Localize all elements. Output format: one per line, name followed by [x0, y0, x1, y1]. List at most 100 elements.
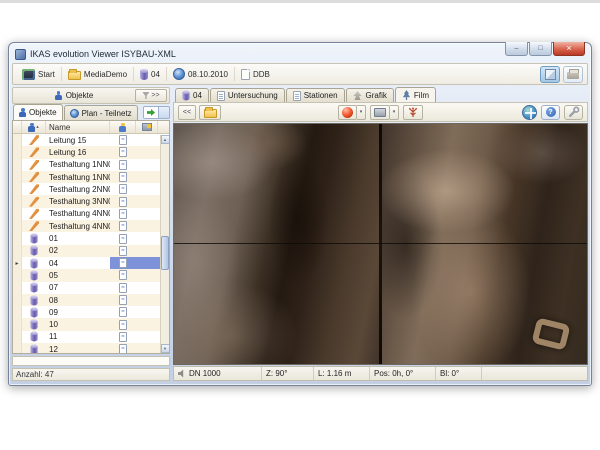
- row-name[interactable]: 08: [46, 294, 110, 306]
- titlebar[interactable]: IKAS evolution Viewer ISYBAU-XML – □ ×: [9, 43, 591, 63]
- table-scrollbar[interactable]: ▲ ▼: [160, 135, 169, 353]
- collapse-panel-button[interactable]: >>: [135, 89, 167, 102]
- filter-strip[interactable]: [12, 356, 170, 366]
- row-film-cell[interactable]: [110, 159, 136, 171]
- table-row[interactable]: Testhaltung 4NN01: [13, 208, 160, 220]
- row-selector-cell[interactable]: [13, 171, 22, 183]
- row-film-cell[interactable]: [110, 134, 136, 146]
- scroll-down-icon[interactable]: ▼: [161, 344, 170, 353]
- row-film-cell[interactable]: [110, 245, 136, 257]
- row-film-cell[interactable]: [110, 318, 136, 330]
- table-row[interactable]: 05: [13, 269, 160, 281]
- table-row[interactable]: Testhaltung 1NN02: [13, 171, 160, 183]
- tab-grafik[interactable]: Grafik: [346, 88, 394, 102]
- minimize-button[interactable]: –: [505, 42, 528, 56]
- table-row[interactable]: 09: [13, 306, 160, 318]
- table-row[interactable]: Testhaltung 3NN01: [13, 195, 160, 207]
- row-name[interactable]: 02: [46, 245, 110, 257]
- row-name[interactable]: 01: [46, 232, 110, 244]
- row-selector-cell[interactable]: [13, 134, 22, 146]
- tab-stationen[interactable]: Stationen: [286, 88, 345, 102]
- display-dropdown-button[interactable]: ▾: [390, 105, 399, 120]
- row-name[interactable]: Testhaltung 4NN01: [46, 208, 110, 220]
- table-row[interactable]: 01: [13, 232, 160, 244]
- network-view-button[interactable]: [403, 105, 423, 120]
- table-row[interactable]: Testhaltung 1NN01: [13, 159, 160, 171]
- row-film-cell[interactable]: [110, 183, 136, 195]
- row-film-cell[interactable]: [110, 269, 136, 281]
- row-film-cell[interactable]: [110, 331, 136, 343]
- table-row[interactable]: 07: [13, 282, 160, 294]
- row-selector-cell[interactable]: [13, 294, 22, 306]
- settings-button[interactable]: [564, 105, 583, 120]
- table-row[interactable]: 02: [13, 245, 160, 257]
- row-name[interactable]: 10: [46, 318, 110, 330]
- header-inspection-column[interactable]: [110, 121, 136, 133]
- back-button[interactable]: <<: [178, 105, 196, 120]
- row-name[interactable]: 04: [46, 257, 110, 269]
- header-type-column[interactable]: ▴: [22, 121, 46, 133]
- record-button[interactable]: [338, 105, 357, 120]
- row-film-cell[interactable]: [110, 306, 136, 318]
- scrollbar-track[interactable]: [161, 144, 169, 344]
- row-name[interactable]: 11: [46, 331, 110, 343]
- tab-plan-teilnetz[interactable]: Plan - Teilnetz: [64, 105, 138, 120]
- apply-filter-button[interactable]: [143, 106, 170, 119]
- row-selector-cell[interactable]: [13, 331, 22, 343]
- row-film-cell[interactable]: [110, 232, 136, 244]
- scrollbar-thumb[interactable]: [161, 236, 169, 270]
- row-selector-cell[interactable]: [13, 195, 22, 207]
- row-selector-cell[interactable]: [13, 245, 22, 257]
- table-row[interactable]: 11: [13, 331, 160, 343]
- help-button[interactable]: ?: [541, 105, 560, 120]
- table-row[interactable]: Leitung 16: [13, 146, 160, 158]
- row-selector-cell[interactable]: [13, 318, 22, 330]
- print-button[interactable]: [563, 66, 583, 83]
- row-name[interactable]: Leitung 16: [46, 146, 110, 158]
- compass-icon[interactable]: [522, 105, 537, 120]
- tab-film[interactable]: Film: [395, 87, 436, 102]
- ddb-button[interactable]: DDB: [236, 67, 275, 82]
- display-button[interactable]: [370, 105, 390, 120]
- record-dropdown-button[interactable]: ▾: [357, 105, 366, 120]
- row-film-cell[interactable]: [110, 146, 136, 158]
- apply-filter-dropdown[interactable]: [158, 107, 169, 118]
- table-row[interactable]: 12: [13, 343, 160, 353]
- table-row[interactable]: Leitung 15: [13, 134, 160, 146]
- table-row[interactable]: Testhaltung 4NN02: [13, 220, 160, 232]
- object-button[interactable]: 04: [135, 67, 165, 82]
- row-film-cell[interactable]: [110, 282, 136, 294]
- row-selector-cell[interactable]: [13, 306, 22, 318]
- row-selector-cell[interactable]: [13, 343, 22, 353]
- header-name-column[interactable]: Name: [46, 121, 110, 133]
- row-name[interactable]: Testhaltung 4NN02: [46, 220, 110, 232]
- row-selector-cell[interactable]: [13, 183, 22, 195]
- tab-untersuchung[interactable]: Untersuchung: [210, 88, 285, 102]
- row-selector-cell[interactable]: [13, 282, 22, 294]
- scroll-up-icon[interactable]: ▲: [161, 135, 170, 144]
- row-selector-cell[interactable]: [13, 220, 22, 232]
- table-row[interactable]: 10: [13, 318, 160, 330]
- header-film-column[interactable]: [136, 121, 158, 133]
- table-row[interactable]: ▸ 04: [13, 257, 160, 269]
- table-row[interactable]: Testhaltung 2NN01: [13, 183, 160, 195]
- row-name[interactable]: 05: [46, 269, 110, 281]
- film-view[interactable]: [173, 123, 588, 365]
- row-film-cell[interactable]: [110, 343, 136, 353]
- row-selector-cell[interactable]: [13, 208, 22, 220]
- start-button[interactable]: Start: [17, 67, 60, 82]
- row-name[interactable]: 07: [46, 282, 110, 294]
- tab-objekte[interactable]: Objekte: [13, 104, 63, 120]
- tab-04[interactable]: 04: [175, 88, 209, 102]
- row-selector-cell[interactable]: ▸: [13, 257, 22, 269]
- table-row[interactable]: 08: [13, 294, 160, 306]
- row-name[interactable]: Testhaltung 2NN01: [46, 183, 110, 195]
- row-selector-cell[interactable]: [13, 146, 22, 158]
- row-selector-cell[interactable]: [13, 232, 22, 244]
- row-film-cell[interactable]: [110, 195, 136, 207]
- close-button[interactable]: ×: [553, 42, 585, 56]
- row-film-cell[interactable]: [110, 220, 136, 232]
- media-panel-button[interactable]: [540, 66, 560, 83]
- row-selector-cell[interactable]: [13, 269, 22, 281]
- row-name[interactable]: Testhaltung 3NN01: [46, 195, 110, 207]
